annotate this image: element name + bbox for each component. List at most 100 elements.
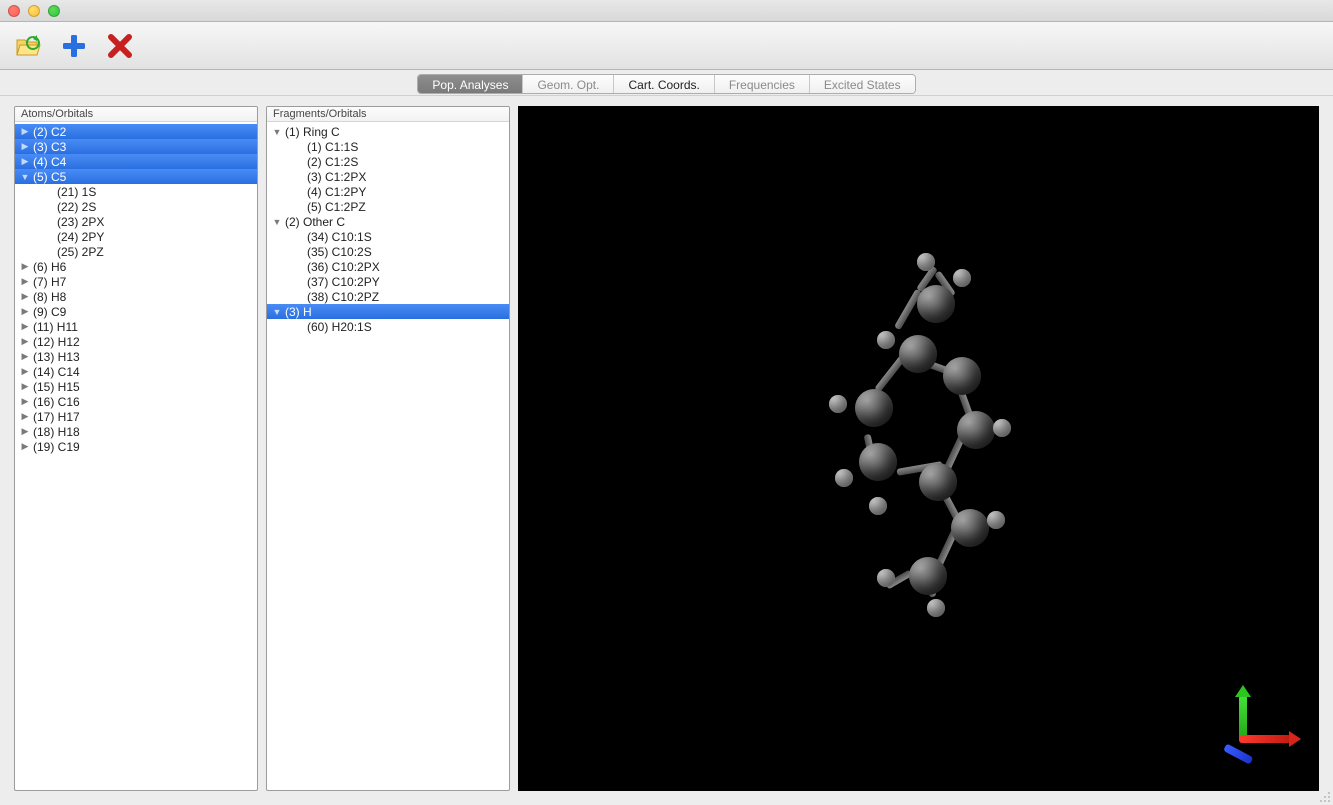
tab-label: Frequencies bbox=[729, 78, 795, 92]
chevron-down-icon[interactable]: ▼ bbox=[271, 307, 283, 317]
window-zoom-button[interactable] bbox=[48, 5, 60, 17]
tree-row[interactable]: (22) 2S bbox=[15, 199, 257, 214]
tree-row-label: (2) C1:2S bbox=[271, 155, 358, 169]
tree-row[interactable]: ▶(9) C9 bbox=[15, 304, 257, 319]
atoms-orbitals-header: Atoms/Orbitals bbox=[15, 107, 257, 122]
tree-row-label: (35) C10:2S bbox=[271, 245, 372, 259]
tree-row-label: (3) H bbox=[285, 305, 312, 319]
tree-row-label: (24) 2PY bbox=[19, 230, 104, 244]
open-file-button[interactable] bbox=[10, 28, 46, 64]
tree-row[interactable]: ▶(2) C2 bbox=[15, 124, 257, 139]
tree-row[interactable]: ▶(3) C3 bbox=[15, 139, 257, 154]
tree-row[interactable]: ▶(8) H8 bbox=[15, 289, 257, 304]
tree-row[interactable]: (1) C1:1S bbox=[267, 139, 509, 154]
tree-row[interactable]: (37) C10:2PY bbox=[267, 274, 509, 289]
plus-icon bbox=[59, 31, 89, 61]
tree-row-label: (14) C14 bbox=[33, 365, 80, 379]
chevron-right-icon[interactable]: ▶ bbox=[19, 381, 31, 392]
tree-row-label: (5) C1:2PZ bbox=[271, 200, 366, 214]
chevron-right-icon[interactable]: ▶ bbox=[19, 411, 31, 422]
tree-row[interactable]: (24) 2PY bbox=[15, 229, 257, 244]
chevron-right-icon[interactable]: ▶ bbox=[19, 276, 31, 287]
chevron-right-icon[interactable]: ▶ bbox=[19, 156, 31, 167]
chevron-right-icon[interactable]: ▶ bbox=[19, 441, 31, 452]
tree-row[interactable]: ▶(4) C4 bbox=[15, 154, 257, 169]
chevron-down-icon[interactable]: ▼ bbox=[19, 172, 31, 182]
tree-row-label: (1) C1:1S bbox=[271, 140, 358, 154]
tree-row[interactable]: ▶(18) H18 bbox=[15, 424, 257, 439]
tree-row[interactable]: ▼(1) Ring C bbox=[267, 124, 509, 139]
tab-excited-states[interactable]: Excited States bbox=[810, 75, 915, 93]
tab-geom-opt[interactable]: Geom. Opt. bbox=[523, 75, 614, 93]
tree-row-label: (7) H7 bbox=[33, 275, 66, 289]
tree-row[interactable]: (38) C10:2PZ bbox=[267, 289, 509, 304]
tree-row-label: (3) C3 bbox=[33, 140, 66, 154]
axis-x bbox=[1239, 735, 1291, 743]
tree-row[interactable]: ▶(12) H12 bbox=[15, 334, 257, 349]
tree-row[interactable]: (3) C1:2PX bbox=[267, 169, 509, 184]
tree-row[interactable]: (60) H20:1S bbox=[267, 319, 509, 334]
window-minimize-button[interactable] bbox=[28, 5, 40, 17]
chevron-right-icon[interactable]: ▶ bbox=[19, 426, 31, 437]
tree-row[interactable]: (35) C10:2S bbox=[267, 244, 509, 259]
tree-row[interactable]: (4) C1:2PY bbox=[267, 184, 509, 199]
tree-row[interactable]: ▶(6) H6 bbox=[15, 259, 257, 274]
tab-frequencies[interactable]: Frequencies bbox=[715, 75, 810, 93]
chevron-down-icon[interactable]: ▼ bbox=[271, 217, 283, 227]
tree-row-label: (18) H18 bbox=[33, 425, 80, 439]
tree-row[interactable]: ▼(5) C5 bbox=[15, 169, 257, 184]
window-close-button[interactable] bbox=[8, 5, 20, 17]
tree-row-label: (60) H20:1S bbox=[271, 320, 372, 334]
tab-cart-coords[interactable]: Cart. Coords. bbox=[614, 75, 714, 93]
tree-row-label: (1) Ring C bbox=[285, 125, 340, 139]
axis-z bbox=[1223, 743, 1253, 764]
chevron-right-icon[interactable]: ▶ bbox=[19, 366, 31, 377]
chevron-right-icon[interactable]: ▶ bbox=[19, 126, 31, 137]
chevron-right-icon[interactable]: ▶ bbox=[19, 141, 31, 152]
tree-row-label: (17) H17 bbox=[33, 410, 80, 424]
fragments-orbitals-panel: Fragments/Orbitals ▼(1) Ring C(1) C1:1S(… bbox=[266, 106, 510, 791]
window-resize-grip[interactable] bbox=[1317, 789, 1331, 803]
molecule-3d-viewport[interactable] bbox=[518, 106, 1319, 791]
chevron-right-icon[interactable]: ▶ bbox=[19, 321, 31, 332]
axis-y-tip bbox=[1235, 685, 1251, 697]
tree-row[interactable]: (36) C10:2PX bbox=[267, 259, 509, 274]
tree-row[interactable]: (21) 1S bbox=[15, 184, 257, 199]
chevron-right-icon[interactable]: ▶ bbox=[19, 261, 31, 272]
tree-row[interactable]: ▶(11) H11 bbox=[15, 319, 257, 334]
tree-row[interactable]: (34) C10:1S bbox=[267, 229, 509, 244]
chevron-right-icon[interactable]: ▶ bbox=[19, 351, 31, 362]
chevron-down-icon[interactable]: ▼ bbox=[271, 127, 283, 137]
fragments-orbitals-tree[interactable]: ▼(1) Ring C(1) C1:1S(2) C1:2S(3) C1:2PX(… bbox=[267, 122, 509, 790]
molecule-viewer-panel[interactable] bbox=[518, 106, 1319, 791]
tab-label: Cart. Coords. bbox=[628, 78, 699, 92]
tree-row[interactable]: (2) C1:2S bbox=[267, 154, 509, 169]
tree-row[interactable]: ▼(3) H bbox=[267, 304, 509, 319]
tree-row[interactable]: ▼(2) Other C bbox=[267, 214, 509, 229]
remove-button[interactable] bbox=[102, 28, 138, 64]
fragments-orbitals-header: Fragments/Orbitals bbox=[267, 107, 509, 122]
tree-row-label: (8) H8 bbox=[33, 290, 66, 304]
tree-row[interactable]: (23) 2PX bbox=[15, 214, 257, 229]
chevron-right-icon[interactable]: ▶ bbox=[19, 396, 31, 407]
tree-row[interactable]: ▶(15) H15 bbox=[15, 379, 257, 394]
tab-label: Pop. Analyses bbox=[432, 78, 508, 92]
chevron-right-icon[interactable]: ▶ bbox=[19, 306, 31, 317]
molecule-model bbox=[769, 239, 1069, 659]
tree-row[interactable]: ▶(19) C19 bbox=[15, 439, 257, 454]
tree-row-label: (34) C10:1S bbox=[271, 230, 372, 244]
tree-row[interactable]: ▶(14) C14 bbox=[15, 364, 257, 379]
tree-row[interactable]: ▶(7) H7 bbox=[15, 274, 257, 289]
tree-row-label: (3) C1:2PX bbox=[271, 170, 366, 184]
tree-row[interactable]: ▶(16) C16 bbox=[15, 394, 257, 409]
tree-row[interactable]: (5) C1:2PZ bbox=[267, 199, 509, 214]
tab-pop-analyses[interactable]: Pop. Analyses bbox=[418, 75, 523, 93]
chevron-right-icon[interactable]: ▶ bbox=[19, 336, 31, 347]
tree-row[interactable]: (25) 2PZ bbox=[15, 244, 257, 259]
chevron-right-icon[interactable]: ▶ bbox=[19, 291, 31, 302]
tree-row[interactable]: ▶(17) H17 bbox=[15, 409, 257, 424]
atoms-orbitals-tree[interactable]: ▶(2) C2▶(3) C3▶(4) C4▼(5) C5(21) 1S(22) … bbox=[15, 122, 257, 790]
tree-row[interactable]: ▶(13) H13 bbox=[15, 349, 257, 364]
add-button[interactable] bbox=[56, 28, 92, 64]
tree-row-label: (4) C1:2PY bbox=[271, 185, 366, 199]
